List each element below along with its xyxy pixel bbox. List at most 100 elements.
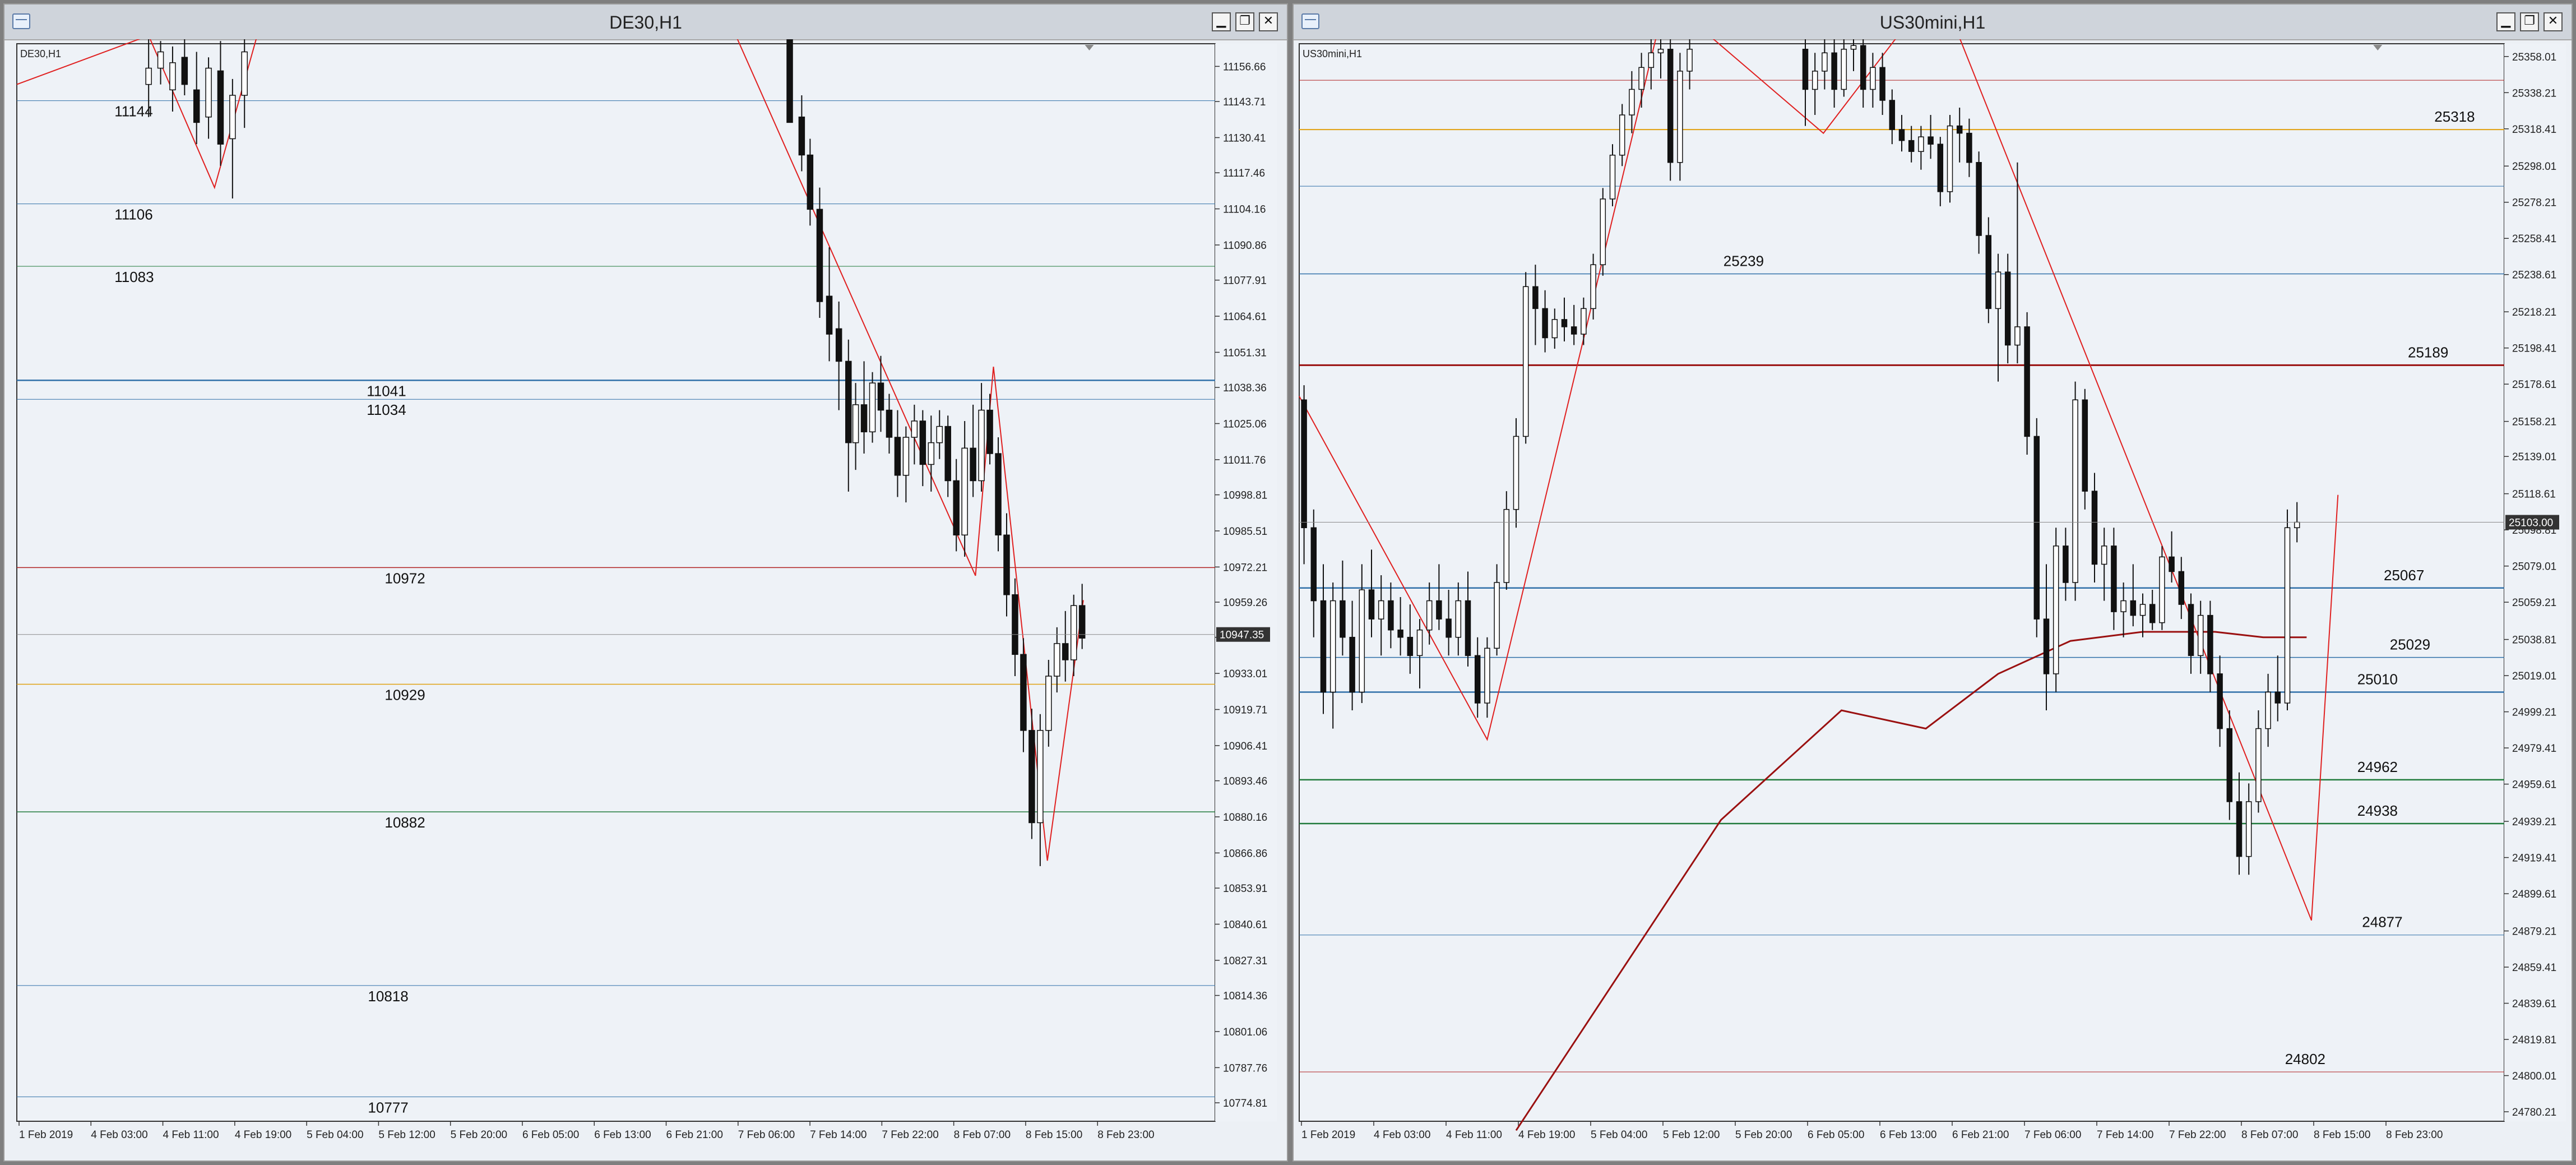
candle-bull (1947, 125, 1953, 192)
candle-bear (1831, 52, 1837, 90)
candle-bear (826, 295, 833, 335)
candle-bull (1522, 286, 1529, 437)
candle-bear (2033, 436, 2040, 620)
candle-bull (911, 420, 918, 438)
candle-bear (1937, 144, 1944, 192)
price-tick-label: 24879.21 (2512, 926, 2556, 938)
time-tick-label: 6 Feb 21:00 (666, 1129, 723, 1141)
de30-price-chart[interactable]: DE30,H1 11156.66 11143.71 11130.41 11117.46 1… (4, 39, 1287, 1161)
time-tick-label: 8 Feb 23:00 (2386, 1129, 2443, 1141)
candle-bear (845, 360, 852, 443)
time-tick-label: 7 Feb 14:00 (810, 1129, 867, 1141)
close-icon[interactable]: ✕ (2543, 12, 2563, 31)
price-tick-label: 11038.36 (1223, 382, 1267, 394)
candle-bear (2111, 545, 2117, 612)
candle-bull (241, 51, 248, 96)
candle-bear (1956, 125, 1963, 134)
time-tick-label: 8 Feb 15:00 (1026, 1129, 1082, 1141)
price-tick-label: 25238.61 (2512, 270, 2556, 281)
candle-bull (978, 409, 985, 482)
price-tick-label: 11077.91 (1223, 275, 1267, 287)
candle-bull (1590, 264, 1596, 309)
candle-bull (1600, 198, 1606, 265)
candle-bull (1045, 676, 1052, 731)
price-tick-label: 25178.61 (2512, 379, 2556, 391)
window-titlebar[interactable]: DE30,H1 ▁ ❐ ✕ (4, 4, 1287, 40)
price-tick-label: 11011.76 (1223, 455, 1266, 466)
us30mini-price-chart[interactable]: US30mini,H1 25358.01 25338.21 25318.41 25298… (1294, 39, 2572, 1161)
candle-bull (205, 67, 212, 118)
candle-bear (2226, 728, 2233, 802)
plot-area (1299, 43, 2505, 1122)
candle-bull (1995, 271, 2002, 309)
candle-bull (1850, 45, 1857, 50)
candle-bull (1551, 319, 1558, 339)
restore-icon[interactable]: ❐ (2520, 12, 2539, 31)
time-tick-label: 4 Feb 11:00 (1446, 1129, 1502, 1141)
candle-bull (1609, 154, 1616, 200)
price-tick-label: 25038.81 (2512, 635, 2556, 646)
candle-bear (970, 447, 976, 482)
candle-bull (852, 404, 859, 443)
chart-window-de30: DE30,H1 ▁ ❐ ✕ DE30,H1 11156.66 11143.71 111… (3, 3, 1288, 1162)
candle-bear (181, 57, 188, 85)
level-label: 11034 (367, 401, 406, 418)
price-tick-label: 25158.21 (2512, 417, 2556, 428)
candle-bull (1455, 600, 1462, 638)
close-icon[interactable]: ✕ (1259, 12, 1278, 31)
level-label: 25067 (2384, 567, 2424, 584)
price-tick-label: 10880.16 (1223, 812, 1267, 824)
price-tick-label: 25019.01 (2512, 671, 2556, 682)
level-label: 24802 (2285, 1051, 2325, 1067)
price-tick-label: 25358.01 (2512, 52, 2556, 63)
level-label: 25318 (2434, 108, 2475, 125)
candle-bear (2004, 271, 2011, 346)
candle-bull (2245, 801, 2252, 857)
candle-bear (1860, 45, 1866, 90)
candle-bear (2091, 491, 2098, 565)
candle-bear (798, 116, 805, 156)
candle-bear (2188, 604, 2194, 657)
candle-bull (1513, 436, 1519, 510)
candle-bear (877, 382, 884, 411)
candle-bull (1822, 52, 1828, 72)
candle-bull (1426, 600, 1433, 631)
candle-bear (1802, 49, 1809, 90)
price-tick-label: 24859.41 (2512, 962, 2556, 974)
price-tick-label: 10866.86 (1223, 848, 1267, 859)
candle-bull (2284, 527, 2291, 704)
candle-bear (1474, 655, 1481, 704)
candle-bull (936, 426, 943, 443)
candle-bear (1985, 235, 1992, 309)
price-tick-label: 10933.01 (1223, 668, 1267, 680)
candle-bear (1397, 629, 1403, 638)
candle-bear (953, 480, 960, 536)
time-tick-label: 6 Feb 21:00 (1952, 1129, 2009, 1141)
level-label: 11106 (114, 206, 152, 223)
candle-bull (2053, 545, 2059, 674)
price-tick-label: 25298.01 (2512, 161, 2556, 173)
time-tick-label: 5 Feb 12:00 (1663, 1129, 1720, 1141)
price-tick-label: 24979.41 (2512, 743, 2556, 755)
candle-bear (786, 39, 793, 123)
candle-bear (986, 409, 993, 454)
candle-bull (1037, 730, 1044, 824)
time-tick-label: 8 Feb 23:00 (1097, 1129, 1154, 1141)
price-tick-label: 11130.41 (1223, 132, 1266, 144)
restore-icon[interactable]: ❐ (1235, 12, 1254, 31)
candle-bull (1484, 648, 1490, 704)
time-tick-label: 4 Feb 19:00 (235, 1129, 291, 1141)
level-label: 11144 (114, 103, 152, 120)
minimize-icon[interactable]: ▁ (2496, 12, 2515, 31)
candle-bear (1879, 67, 1885, 101)
candle-bear (944, 426, 951, 482)
time-tick-label: 8 Feb 07:00 (954, 1129, 1011, 1141)
minimize-icon[interactable]: ▁ (1212, 12, 1231, 31)
window-titlebar[interactable]: US30mini,H1 ▁ ❐ ✕ (1294, 4, 2572, 40)
candle-bear (1928, 136, 1934, 145)
candle-bear (1908, 140, 1915, 152)
level-label: 10777 (368, 1099, 408, 1116)
time-tick-label: 5 Feb 20:00 (1735, 1129, 1792, 1141)
candle-bear (2178, 571, 2185, 605)
candle-bear (1340, 600, 1346, 638)
